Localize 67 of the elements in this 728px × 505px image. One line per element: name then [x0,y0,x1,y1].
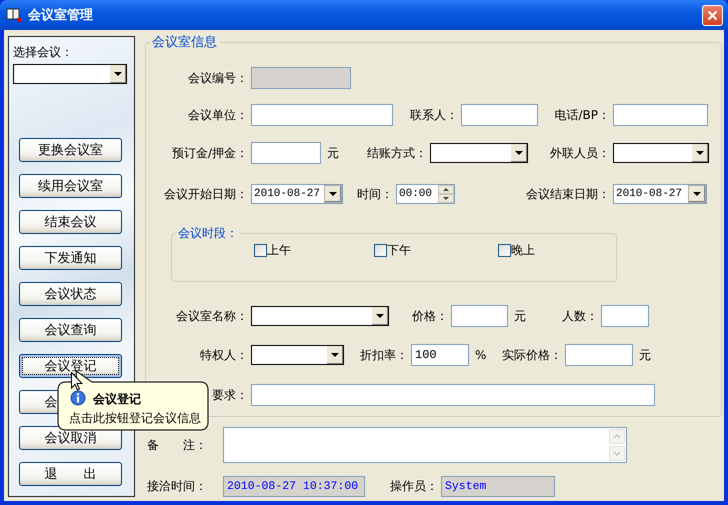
field-label: 要求： [211,386,249,404]
field-label: 预订金/押金： [170,144,249,162]
input-field[interactable] [251,142,321,164]
sidebar-button[interactable]: 结束会议 [19,210,122,234]
field-label: 电话/BP： [553,106,611,124]
dropdown[interactable] [430,143,528,163]
field-label: 会议室名称： [175,308,249,324]
group-title: 会议室信息 [151,34,218,51]
meeting-dropdown[interactable] [13,64,127,84]
close-button[interactable] [702,4,723,26]
unit-label: 元 [513,308,527,324]
sidebar-button[interactable]: 续用会议室 [19,174,122,198]
dropdown[interactable] [251,306,389,326]
group-title: 会议时段： [177,225,239,242]
input-field[interactable] [251,104,393,126]
unit-label: % [474,348,488,362]
field-label: 会议结束日期： [525,186,611,202]
field-label: 外联人员： [549,144,611,162]
sidebar-button[interactable]: 下发通知 [19,246,122,270]
input-field[interactable] [613,104,708,126]
input-field[interactable] [461,104,538,126]
field-label: 时间： [356,186,394,202]
close-icon [707,10,718,20]
input-field[interactable]: 100 [411,344,469,366]
field-label: 实际价格： [501,346,563,364]
date-picker[interactable]: 2010-08-27 [251,184,343,204]
unit-label: 元 [326,144,340,162]
tooltip-text: 点击此按钮登记会议信息 [69,410,201,427]
sidebar-button[interactable]: 会议查询 [19,318,122,342]
field-label: 联系人： [409,106,459,124]
remarks-field[interactable] [223,427,627,463]
input-field[interactable] [451,305,508,327]
sidebar-button[interactable]: 会议状态 [19,282,122,306]
field-label: 操作员： [389,478,439,495]
time-spinner[interactable]: 00:00 [396,184,455,204]
field-label: 会议单位： [187,106,249,124]
sidebar-button[interactable]: 会议登记 [19,354,122,378]
field-label: 会议开始日期： [163,186,249,202]
input-field[interactable] [251,384,655,406]
field-label: 折扣率： [359,346,409,364]
operator-field: System [441,476,555,497]
sidebar-button[interactable]: 更换会议室 [19,138,122,162]
window-title: 会议室管理 [28,6,94,24]
scroll-up-icon[interactable] [613,434,621,439]
field-label: 价格： [411,308,449,324]
tooltip-title: 会议登记 [93,391,141,408]
checkbox[interactable]: 晚上 [498,242,535,259]
field-label: 结账方式： [366,144,428,162]
scroll-down-icon[interactable] [613,451,621,456]
checkbox[interactable]: 下午 [374,242,411,259]
reception-time-field: 2010-08-27 10:37:00 [223,476,365,497]
dropdown[interactable] [613,143,709,163]
input-field[interactable] [601,305,649,327]
date-picker[interactable]: 2010-08-27 [613,184,707,204]
input-field[interactable] [565,344,633,366]
info-icon [70,390,86,406]
field-label: 人数： [561,308,599,324]
sidebar-button[interactable]: 退 出 [19,462,122,486]
field-label: 接洽时间： [147,478,208,495]
select-label: 选择会议： [13,44,74,58]
dropdown[interactable] [251,345,344,365]
field-label: 特权人： [199,346,249,364]
app-icon [6,7,22,23]
unit-label: 元 [638,346,650,364]
field-label: 会议编号： [187,70,249,86]
checkbox[interactable]: 上午 [254,242,291,259]
field-label: 备 注： [147,436,208,454]
